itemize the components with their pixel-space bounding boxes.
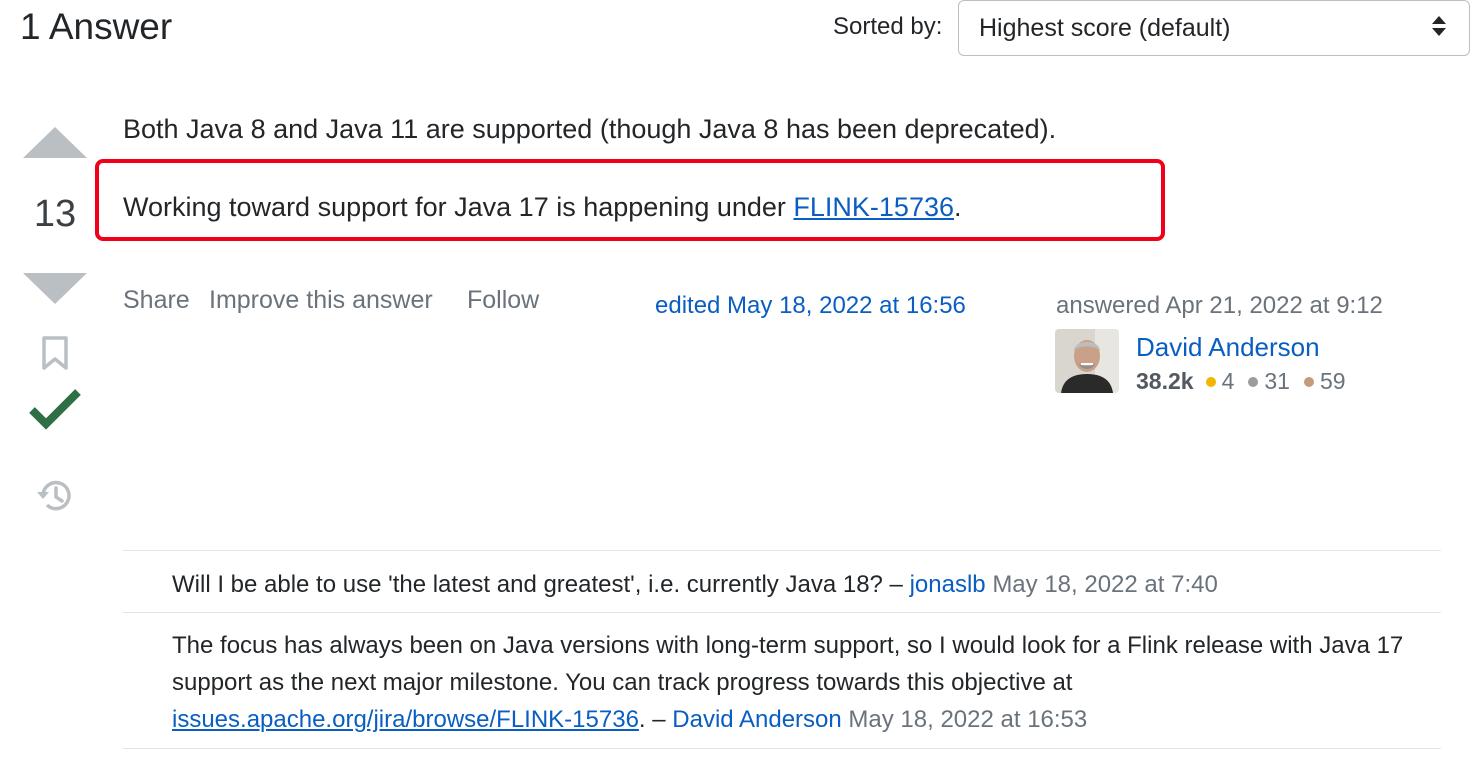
user-avatar[interactable] <box>1055 329 1119 393</box>
comment-date[interactable]: May 18, 2022 at 7:40 <box>992 571 1218 598</box>
vote-count: 13 <box>33 193 77 235</box>
flink-issue-link[interactable]: FLINK-15736 <box>793 192 954 222</box>
silver-badge-icon <box>1248 376 1259 387</box>
bookmark-icon[interactable] <box>40 336 70 370</box>
sort-arrows-icon <box>1432 16 1446 36</box>
user-name-link[interactable]: David Anderson <box>1136 332 1320 363</box>
comment-issue-link[interactable]: issues.apache.org/jira/browse/FLINK-1573… <box>172 706 639 733</box>
follow-link[interactable]: Follow <box>467 286 539 315</box>
sort-select-value: Highest score (default) <box>979 14 1231 42</box>
answered-timestamp: answered Apr 21, 2022 at 9:12 <box>1056 292 1383 319</box>
reputation-score: 38.2k <box>1136 368 1194 394</box>
answer-paragraph-2: Working toward support for Java 17 is ha… <box>123 192 962 223</box>
gold-badge-icon <box>1205 376 1216 387</box>
edited-timestamp-link[interactable]: edited May 18, 2022 at 16:56 <box>655 292 966 320</box>
vote-up-icon[interactable] <box>22 126 88 160</box>
sort-select[interactable]: Highest score (default) <box>958 0 1470 56</box>
answers-count-title: 1 Answer <box>20 6 173 47</box>
bronze-badge-count: 59 <box>1319 368 1346 394</box>
answer-paragraph-1: Both Java 8 and Java 11 are supported (t… <box>123 114 1057 144</box>
comment-text: The focus has always been on Java versio… <box>172 632 1404 696</box>
comment-text: Will I be able to use 'the latest and gr… <box>172 571 910 598</box>
comment-author-link[interactable]: David Anderson <box>672 706 841 733</box>
comment-divider <box>123 612 1441 613</box>
comment-separator: . – <box>638 706 673 733</box>
user-reputation-line: 38.2k 4 31 59 <box>1136 368 1360 395</box>
answer-paragraph-2-suffix: . <box>954 192 962 222</box>
comment-date[interactable]: May 18, 2022 at 16:53 <box>848 706 1087 733</box>
history-icon[interactable] <box>34 478 74 514</box>
sort-label: Sorted by: <box>833 13 943 40</box>
silver-badge-count: 31 <box>1264 368 1290 394</box>
accepted-checkmark-icon <box>29 389 81 430</box>
comment: The focus has always been on Java versio… <box>172 627 1432 738</box>
bronze-badge-icon <box>1303 376 1314 387</box>
comment: Will I be able to use 'the latest and gr… <box>172 566 1432 603</box>
comment-divider <box>123 748 1441 749</box>
comments-divider <box>123 550 1441 551</box>
share-link[interactable]: Share <box>123 286 190 315</box>
comment-author-link[interactable]: jonaslb <box>910 571 986 598</box>
gold-badge-count: 4 <box>1221 368 1235 394</box>
vote-down-icon[interactable] <box>22 272 88 306</box>
improve-answer-link[interactable]: Improve this answer <box>209 286 433 315</box>
answer-paragraph-2-text: Working toward support for Java 17 is ha… <box>123 192 794 222</box>
